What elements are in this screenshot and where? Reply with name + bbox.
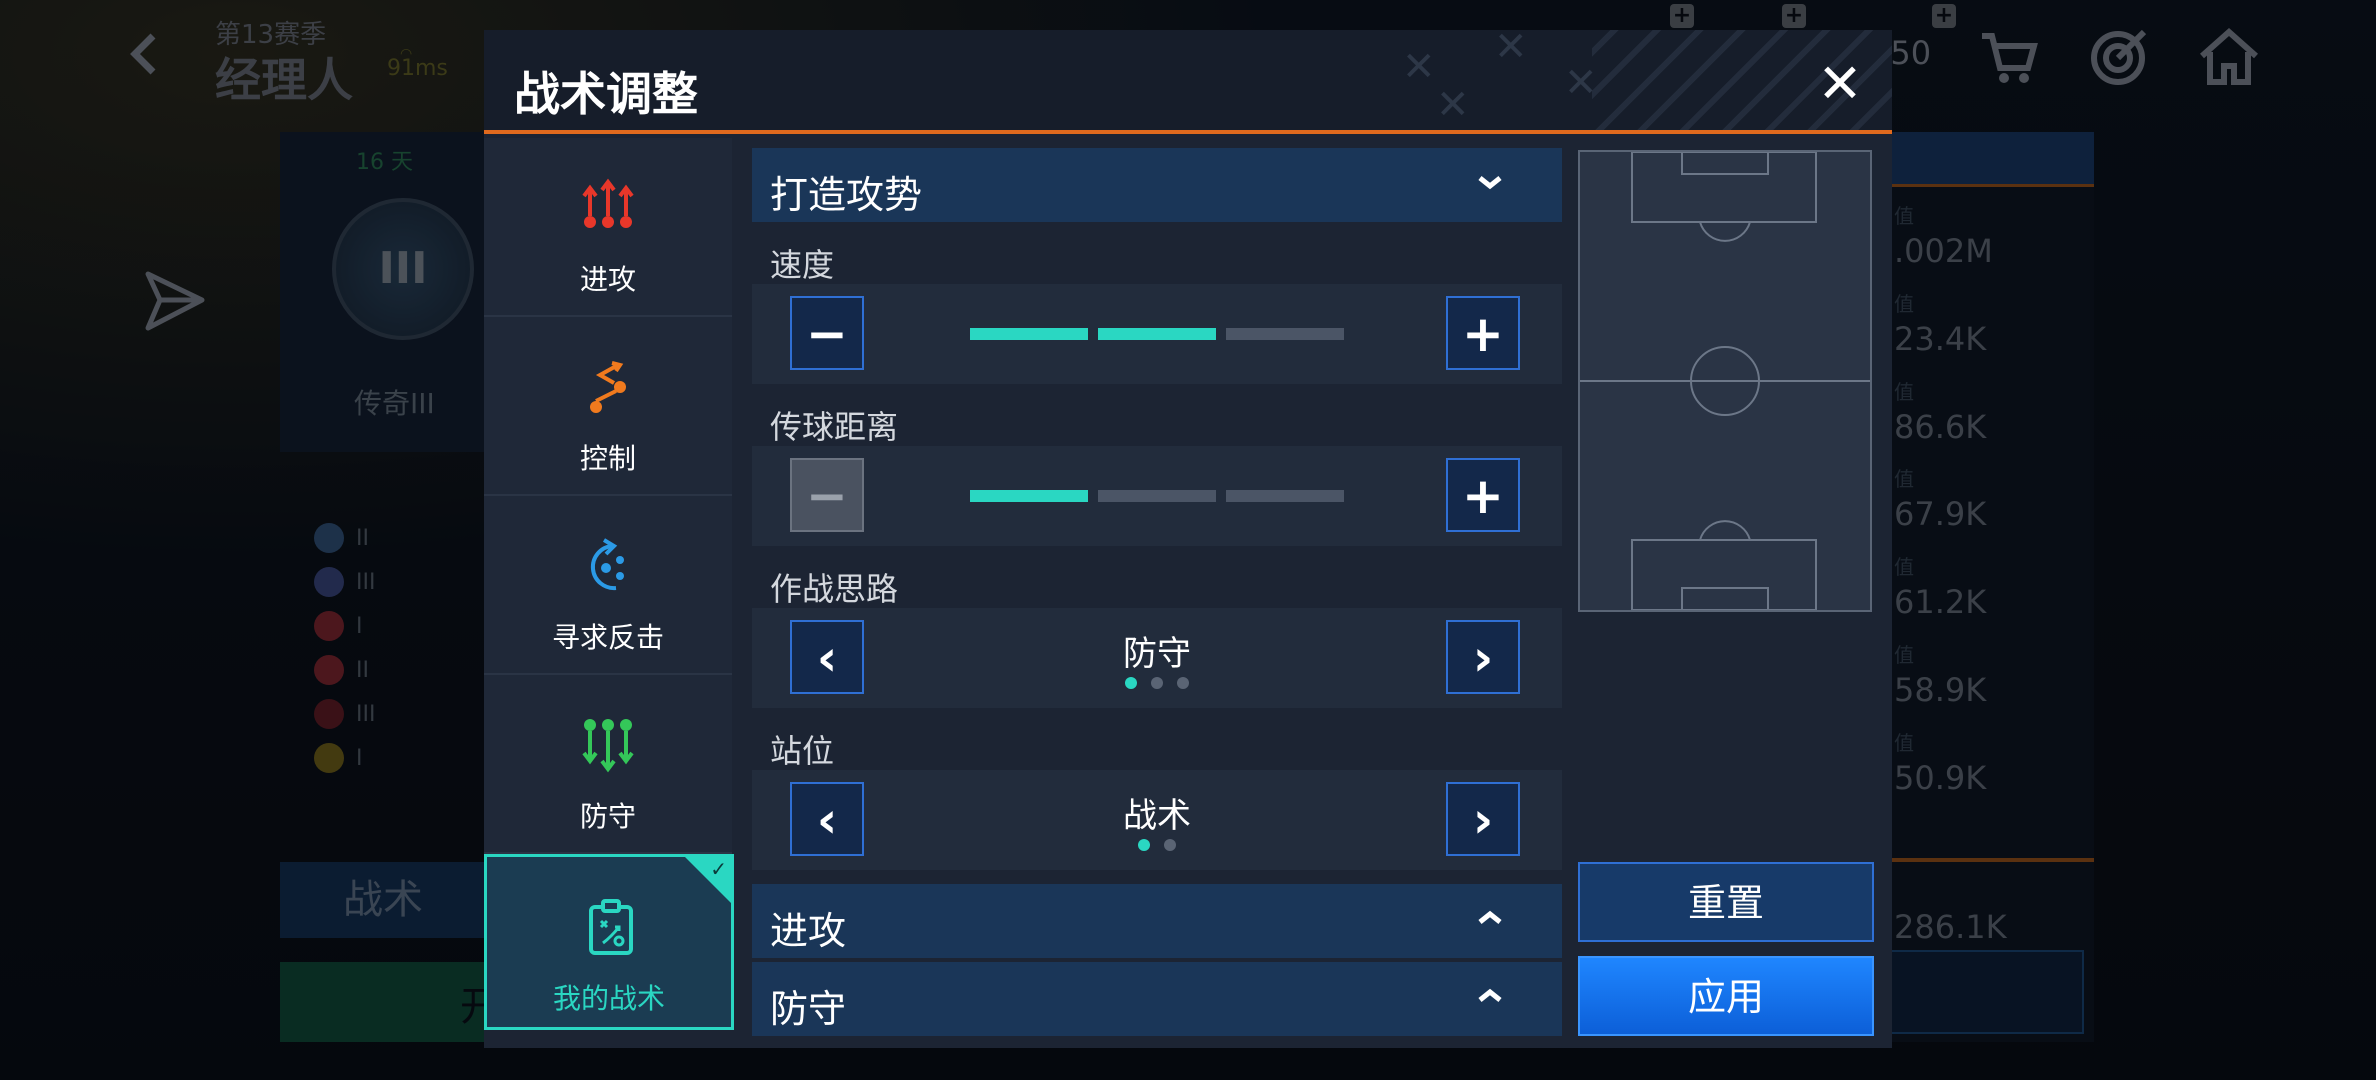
preset-label: 防守 bbox=[579, 800, 636, 833]
formation-pitch-preview bbox=[1578, 150, 1872, 612]
setting-label-pass-distance: 传球距离 bbox=[770, 408, 899, 446]
level-segment bbox=[1226, 490, 1344, 502]
page-dot bbox=[1138, 839, 1150, 851]
decor-icon: ✕ bbox=[1436, 82, 1470, 128]
page-dot bbox=[1151, 677, 1163, 689]
control-icon bbox=[590, 361, 626, 413]
section-defense-header[interactable]: 防守 bbox=[752, 962, 1562, 1036]
level-segment bbox=[1226, 328, 1344, 340]
setting-row-pass-distance: − + bbox=[752, 446, 1562, 546]
decor-icon: ✕ bbox=[1494, 30, 1528, 70]
pitch-lines bbox=[1580, 152, 1870, 610]
speed-increase-button[interactable]: + bbox=[1446, 296, 1520, 370]
section-build-up-header[interactable]: 打造攻势 bbox=[752, 148, 1562, 222]
dialog-title: 战术调整 bbox=[514, 67, 698, 121]
setting-label-play-style: 作战思路 bbox=[770, 570, 899, 608]
decor-icon: ✕ bbox=[1402, 44, 1436, 90]
counter-attack-icon bbox=[590, 538, 624, 591]
section-title: 进攻 bbox=[770, 909, 847, 953]
reset-button[interactable]: 重置 bbox=[1578, 862, 1874, 942]
play-style-value: 防守 bbox=[1123, 634, 1191, 674]
tactic-preset-counter-attack[interactable]: 寻求反击 bbox=[484, 496, 732, 675]
play-style-page-dots bbox=[752, 674, 1562, 693]
preset-label: 我的战术 bbox=[552, 982, 665, 1015]
section-title: 防守 bbox=[770, 987, 847, 1031]
speed-decrease-button[interactable]: − bbox=[790, 296, 864, 370]
dialog-header: 战术调整 ✕ ✕ ✕ ✕ ✕ bbox=[484, 30, 1892, 134]
level-segment bbox=[970, 328, 1088, 340]
tactic-preset-my-tactics[interactable]: ✓ 我的战术 bbox=[484, 854, 734, 1030]
pass-distance-increase-button[interactable]: + bbox=[1446, 458, 1520, 532]
chevron-up-icon bbox=[1478, 988, 1502, 1002]
setting-row-speed: − + bbox=[752, 284, 1562, 384]
setting-row-positioning: ‹ 战术 › bbox=[752, 770, 1562, 870]
positioning-page-dots bbox=[752, 836, 1562, 855]
speed-level-bar bbox=[970, 328, 1350, 340]
tactic-preset-control[interactable]: 控制 bbox=[484, 317, 732, 496]
attack-icon bbox=[582, 178, 634, 228]
pass-distance-level-bar bbox=[970, 490, 1350, 502]
positioning-next-button[interactable]: › bbox=[1446, 782, 1520, 856]
tactic-preset-defense[interactable]: 防守 bbox=[484, 675, 732, 854]
level-segment bbox=[1098, 328, 1216, 340]
level-segment bbox=[1098, 490, 1216, 502]
setting-label-positioning: 站位 bbox=[770, 732, 835, 770]
tactic-preset-attack[interactable]: 进攻 bbox=[484, 138, 732, 317]
apply-button[interactable]: 应用 bbox=[1578, 956, 1874, 1036]
pass-distance-decrease-button[interactable]: − bbox=[790, 458, 864, 532]
preset-label: 寻求反击 bbox=[551, 621, 664, 654]
page-dot bbox=[1164, 839, 1176, 851]
page-dot bbox=[1177, 677, 1189, 689]
chevron-up-icon bbox=[1478, 910, 1502, 924]
preset-label: 控制 bbox=[579, 442, 636, 475]
page-dot bbox=[1125, 677, 1137, 689]
section-title: 打造攻势 bbox=[770, 173, 923, 217]
my-tactics-icon bbox=[589, 899, 633, 955]
level-segment bbox=[970, 490, 1088, 502]
play-style-next-button[interactable]: › bbox=[1446, 620, 1520, 694]
setting-label-speed: 速度 bbox=[770, 246, 835, 284]
preset-label: 进攻 bbox=[579, 263, 636, 296]
setting-row-play-style: ‹ 防守 › bbox=[752, 608, 1562, 708]
section-attack-header[interactable]: 进攻 bbox=[752, 884, 1562, 958]
check-icon: ✓ bbox=[710, 857, 727, 881]
tactics-adjust-dialog: 战术调整 ✕ ✕ ✕ ✕ ✕ 进攻 控制 寻求反击 防守 ✓ 我的战术 打造攻势… bbox=[484, 30, 1892, 1048]
chevron-down-icon bbox=[1478, 176, 1502, 190]
positioning-value: 战术 bbox=[1123, 796, 1191, 836]
close-button[interactable]: ✕ bbox=[1812, 56, 1868, 112]
defense-icon bbox=[582, 719, 634, 773]
